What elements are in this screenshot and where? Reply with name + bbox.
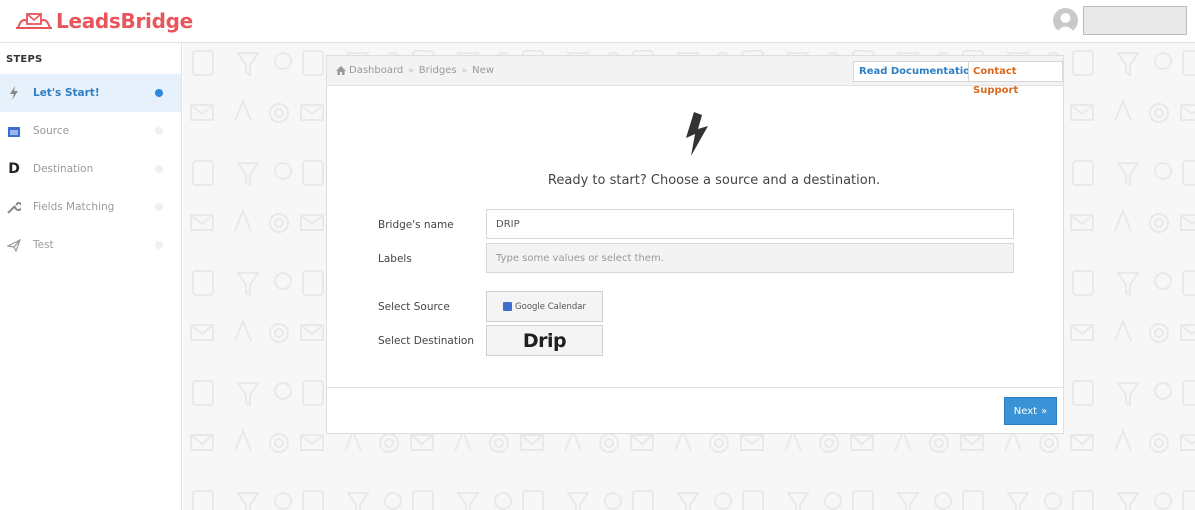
user-icon xyxy=(1056,13,1075,33)
divider xyxy=(327,387,1063,388)
chevron-right-icon: » xyxy=(1041,405,1048,417)
active-step-indicator xyxy=(155,89,163,97)
breadcrumb-new: New xyxy=(472,65,494,76)
bridge-name-label: Bridge's name xyxy=(378,219,454,231)
step-label: Destination xyxy=(33,163,94,175)
select-source-label: Select Source xyxy=(378,301,450,313)
paper-plane-icon xyxy=(7,238,21,252)
calendar-icon xyxy=(503,302,513,311)
letter-d-icon: D xyxy=(8,161,20,177)
brand-name: LeadsBridge xyxy=(56,9,193,33)
breadcrumb-separator: » xyxy=(461,65,468,76)
calendar-icon xyxy=(7,124,21,138)
next-label: Next xyxy=(1013,405,1038,417)
avatar[interactable] xyxy=(1053,8,1078,33)
page-headline: Ready to start? Choose a source and a de… xyxy=(547,173,881,188)
destination-drip-button[interactable]: Drip xyxy=(486,325,603,356)
wrench-icon xyxy=(7,200,21,214)
step-indicator xyxy=(155,165,163,173)
step-lets-start[interactable]: Let's Start! xyxy=(0,74,181,112)
source-name: Google Calendar xyxy=(515,301,586,312)
home-icon xyxy=(336,66,346,75)
logo[interactable]: LeadsBridge xyxy=(14,8,193,34)
panel-header: Dashboard » Bridges » New Read Documenta… xyxy=(327,56,1063,96)
bolt-icon xyxy=(7,86,21,100)
source-google-calendar-button[interactable]: Google Calendar xyxy=(486,291,603,322)
read-documentation-button[interactable]: Read Documentation xyxy=(853,61,984,82)
select-destination-label: Select Destination xyxy=(378,335,474,347)
step-label: Source xyxy=(33,125,70,137)
step-indicator xyxy=(155,127,163,135)
step-indicator xyxy=(155,241,163,249)
bridge-name-input[interactable]: DRIP xyxy=(486,209,1014,239)
step-test[interactable]: Test xyxy=(0,226,181,264)
breadcrumb: Dashboard » Bridges » New xyxy=(336,65,494,76)
labels-input[interactable]: Type some values or select them. xyxy=(486,243,1014,273)
steps-sidebar: STEPS Let's Start! Source D Destination … xyxy=(0,43,182,510)
drip-logo: Drip xyxy=(522,329,567,352)
steps-title: STEPS xyxy=(6,54,43,65)
step-source[interactable]: Source xyxy=(0,112,181,150)
step-indicator xyxy=(155,203,163,211)
breadcrumb-dashboard[interactable]: Dashboard xyxy=(349,65,403,76)
step-label: Let's Start! xyxy=(33,87,100,99)
labels-label: Labels xyxy=(378,253,412,265)
google-calendar-logo: Google Calendar xyxy=(503,302,586,312)
step-label: Fields Matching xyxy=(33,201,115,213)
bridge-envelope-logo-icon xyxy=(16,13,52,29)
user-menu[interactable] xyxy=(1083,6,1187,35)
step-destination[interactable]: D Destination xyxy=(0,150,181,188)
top-bar: LeadsBridge xyxy=(0,0,1195,43)
bolt-icon xyxy=(686,112,708,156)
breadcrumb-separator: » xyxy=(408,65,414,76)
contact-support-button[interactable]: Contact Support xyxy=(968,61,1063,96)
next-button[interactable]: Next » xyxy=(1004,397,1057,425)
breadcrumb-bridges[interactable]: Bridges xyxy=(419,65,457,76)
step-fields-matching[interactable]: Fields Matching xyxy=(0,188,181,226)
step-label: Test xyxy=(33,239,54,251)
new-bridge-panel: Dashboard » Bridges » New Read Documenta… xyxy=(326,55,1064,434)
